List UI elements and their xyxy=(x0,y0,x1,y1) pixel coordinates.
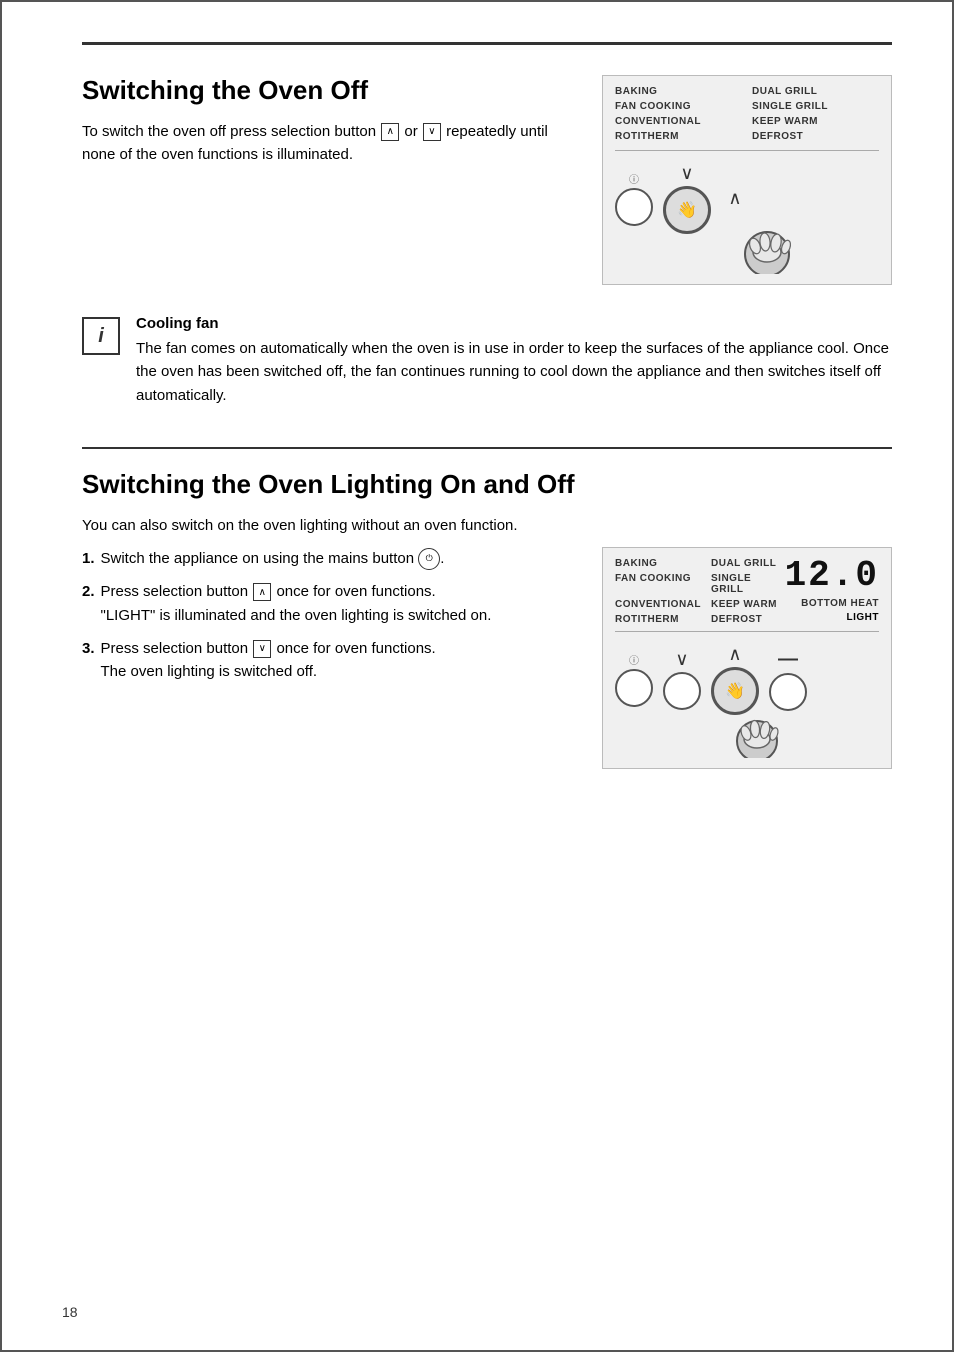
label-keep-warm: KEEP WARM xyxy=(752,116,879,127)
p2-dual-grill: DUAL GRILL xyxy=(711,558,785,569)
oven-control-illustration xyxy=(707,214,827,274)
panel2-labels-grid: BAKING DUAL GRILL FAN COOKING SINGLE GRI… xyxy=(615,558,785,625)
section2-steps: 1. Switch the appliance on using the mai… xyxy=(82,547,572,769)
section1-title: Switching the Oven Off xyxy=(82,75,572,106)
panel2-top: BAKING DUAL GRILL FAN COOKING SINGLE GRI… xyxy=(615,558,879,625)
section1-paragraph: To switch the oven off press selection b… xyxy=(82,120,572,167)
oven-control-illustration-2 xyxy=(702,703,812,758)
cooling-fan-title: Cooling fan xyxy=(136,315,892,332)
panel1-down-arrow: ∨ xyxy=(673,163,701,184)
panel2-circle-btn-1[interactable] xyxy=(615,669,653,707)
step1-num: 1. xyxy=(82,547,95,570)
info-icon: i xyxy=(82,317,120,355)
mains-button-icon: ⏻ xyxy=(418,548,440,570)
label-rotitherm: ROTITHERM xyxy=(615,131,742,142)
steps-list: 1. Switch the appliance on using the mai… xyxy=(82,547,572,683)
step-3: 3. Press selection button ∨ once for ove… xyxy=(82,637,572,684)
step1-text: Switch the appliance on using the mains … xyxy=(101,547,445,570)
info-icon-letter: i xyxy=(98,325,104,348)
p2-single-grill: SINGLE GRILL xyxy=(711,573,785,595)
label-fan-cooking: FAN COOKING xyxy=(615,101,742,112)
section2-intro: You can also switch on the oven lighting… xyxy=(82,514,892,537)
p2-conventional: CONVENTIONAL xyxy=(615,599,701,610)
step2-up-arrow: ∧ xyxy=(253,583,271,601)
p2-fan-cooking: FAN COOKING xyxy=(615,573,701,595)
step3-text: Press selection button ∨ once for oven f… xyxy=(101,637,436,684)
step2-text: Press selection button ∧ once for oven f… xyxy=(101,580,492,627)
section-switching-off: Switching the Oven Off To switch the ove… xyxy=(82,75,892,285)
label-dual-grill: DUAL GRILL xyxy=(752,86,879,97)
panel2-up-arrow: ∧ xyxy=(721,644,749,665)
digital-display: 12.0 xyxy=(785,558,879,594)
step-1: 1. Switch the appliance on using the mai… xyxy=(82,547,572,570)
label-baking: BAKING xyxy=(615,86,742,97)
p2-baking: BAKING xyxy=(615,558,701,569)
panel2-dash: — xyxy=(774,648,802,671)
oven-panel-1: BAKING DUAL GRILL FAN COOKING SINGLE GRI… xyxy=(602,75,892,285)
info-box-cooling-fan: i Cooling fan The fan comes on automatic… xyxy=(82,315,892,417)
p2-keep-warm: KEEP WARM xyxy=(711,599,785,610)
p2-bottom-heat: BOTTOM HEAT xyxy=(801,598,879,609)
or-text: or xyxy=(404,123,417,140)
panel2-circle-btn-2[interactable] xyxy=(663,672,701,710)
p2-defrost: DEFROST xyxy=(711,614,785,625)
label-defrost: DEFROST xyxy=(752,131,879,142)
step-2: 2. Press selection button ∧ once for ove… xyxy=(82,580,572,627)
panel1-labels: BAKING DUAL GRILL FAN COOKING SINGLE GRI… xyxy=(615,86,879,142)
p2-light: LIGHT xyxy=(847,612,880,623)
down-arrow-icon: ∨ xyxy=(423,123,441,141)
label-conventional: CONVENTIONAL xyxy=(615,116,742,127)
cooling-fan-text: The fan comes on automatically when the … xyxy=(136,337,892,407)
step2-num: 2. xyxy=(82,580,95,627)
label-single-grill: SINGLE GRILL xyxy=(752,101,879,112)
step3-down-arrow: ∨ xyxy=(253,640,271,658)
oven-panel-2: BAKING DUAL GRILL FAN COOKING SINGLE GRI… xyxy=(602,547,892,769)
step3-num: 3. xyxy=(82,637,95,684)
panel1-up-arrow: ∧ xyxy=(721,188,749,209)
section1-text: Switching the Oven Off To switch the ove… xyxy=(82,75,572,285)
up-arrow-icon: ∧ xyxy=(381,123,399,141)
page-number: 18 xyxy=(62,1304,78,1320)
panel1-circle-btn-1[interactable] xyxy=(615,188,653,226)
p2-rotitherm: ROTITHERM xyxy=(615,614,701,625)
page: Switching the Oven Off To switch the ove… xyxy=(0,0,954,1352)
panel2-down-arrow: ∨ xyxy=(668,649,696,670)
section2-title: Switching the Oven Lighting On and Off xyxy=(82,469,892,500)
info-text: Cooling fan The fan comes on automatical… xyxy=(136,315,892,417)
panel1-knob-1[interactable]: 👋 xyxy=(663,186,711,234)
section-lighting: Switching the Oven Lighting On and Off Y… xyxy=(82,469,892,769)
divider xyxy=(82,447,892,449)
top-border xyxy=(82,42,892,45)
